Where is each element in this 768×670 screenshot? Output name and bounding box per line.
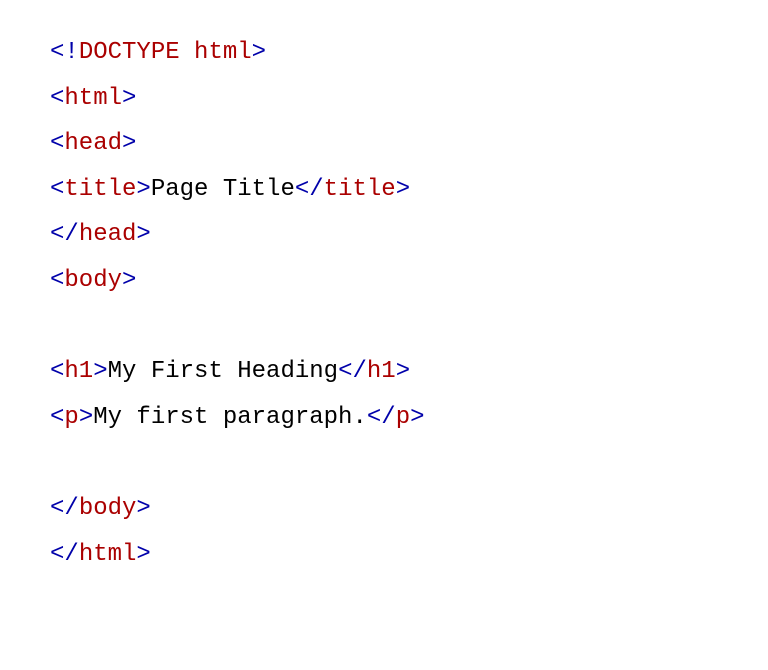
angle-bracket: < (50, 85, 64, 112)
code-line: <h1>My First Heading</h1> (50, 358, 410, 385)
angle-bracket: <! (50, 39, 79, 66)
h1-text: My First Heading (108, 358, 338, 385)
tag-head-close: head (79, 221, 137, 248)
angle-bracket: > (93, 358, 107, 385)
angle-bracket: </ (295, 176, 324, 203)
blank-line (50, 313, 64, 340)
angle-bracket: </ (338, 358, 367, 385)
angle-bracket: < (50, 176, 64, 203)
angle-bracket: > (122, 85, 136, 112)
angle-bracket: </ (50, 221, 79, 248)
angle-bracket: > (136, 176, 150, 203)
title-text: Page Title (151, 176, 295, 203)
angle-bracket: > (136, 221, 150, 248)
code-line: </head> (50, 221, 151, 248)
angle-bracket: > (396, 358, 410, 385)
tag-h1-close: h1 (367, 358, 396, 385)
tag-head: head (64, 130, 122, 157)
angle-bracket: </ (50, 495, 79, 522)
tag-body-close: body (79, 495, 137, 522)
code-line: </body> (50, 495, 151, 522)
html-code-snippet: <!DOCTYPE html> <html> <head> <title>Pag… (50, 30, 718, 577)
tag-html-close: html (79, 541, 137, 568)
tag-html: html (64, 85, 122, 112)
angle-bracket: > (122, 130, 136, 157)
tag-h1: h1 (64, 358, 93, 385)
blank-line (50, 449, 64, 476)
angle-bracket: < (50, 267, 64, 294)
tag-p-close: p (396, 404, 410, 431)
code-line: </html> (50, 541, 151, 568)
code-line: <!DOCTYPE html> (50, 39, 266, 66)
code-line: <title>Page Title</title> (50, 176, 410, 203)
doctype-keyword: DOCTYPE (79, 39, 180, 66)
angle-bracket: > (79, 404, 93, 431)
tag-title-close: title (324, 176, 396, 203)
code-line: <html> (50, 85, 136, 112)
tag-p: p (64, 404, 78, 431)
angle-bracket: < (50, 404, 64, 431)
p-text: My first paragraph. (93, 404, 367, 431)
code-line: <body> (50, 267, 136, 294)
angle-bracket: </ (367, 404, 396, 431)
space (180, 39, 194, 66)
tag-title: title (64, 176, 136, 203)
angle-bracket: > (410, 404, 424, 431)
angle-bracket: > (122, 267, 136, 294)
angle-bracket: > (136, 541, 150, 568)
tag-body: body (64, 267, 122, 294)
angle-bracket: < (50, 130, 64, 157)
angle-bracket: > (252, 39, 266, 66)
angle-bracket: < (50, 358, 64, 385)
angle-bracket: > (396, 176, 410, 203)
doctype-value: html (194, 39, 252, 66)
code-line: <head> (50, 130, 136, 157)
code-line: <p>My first paragraph.</p> (50, 404, 425, 431)
angle-bracket: </ (50, 541, 79, 568)
angle-bracket: > (136, 495, 150, 522)
